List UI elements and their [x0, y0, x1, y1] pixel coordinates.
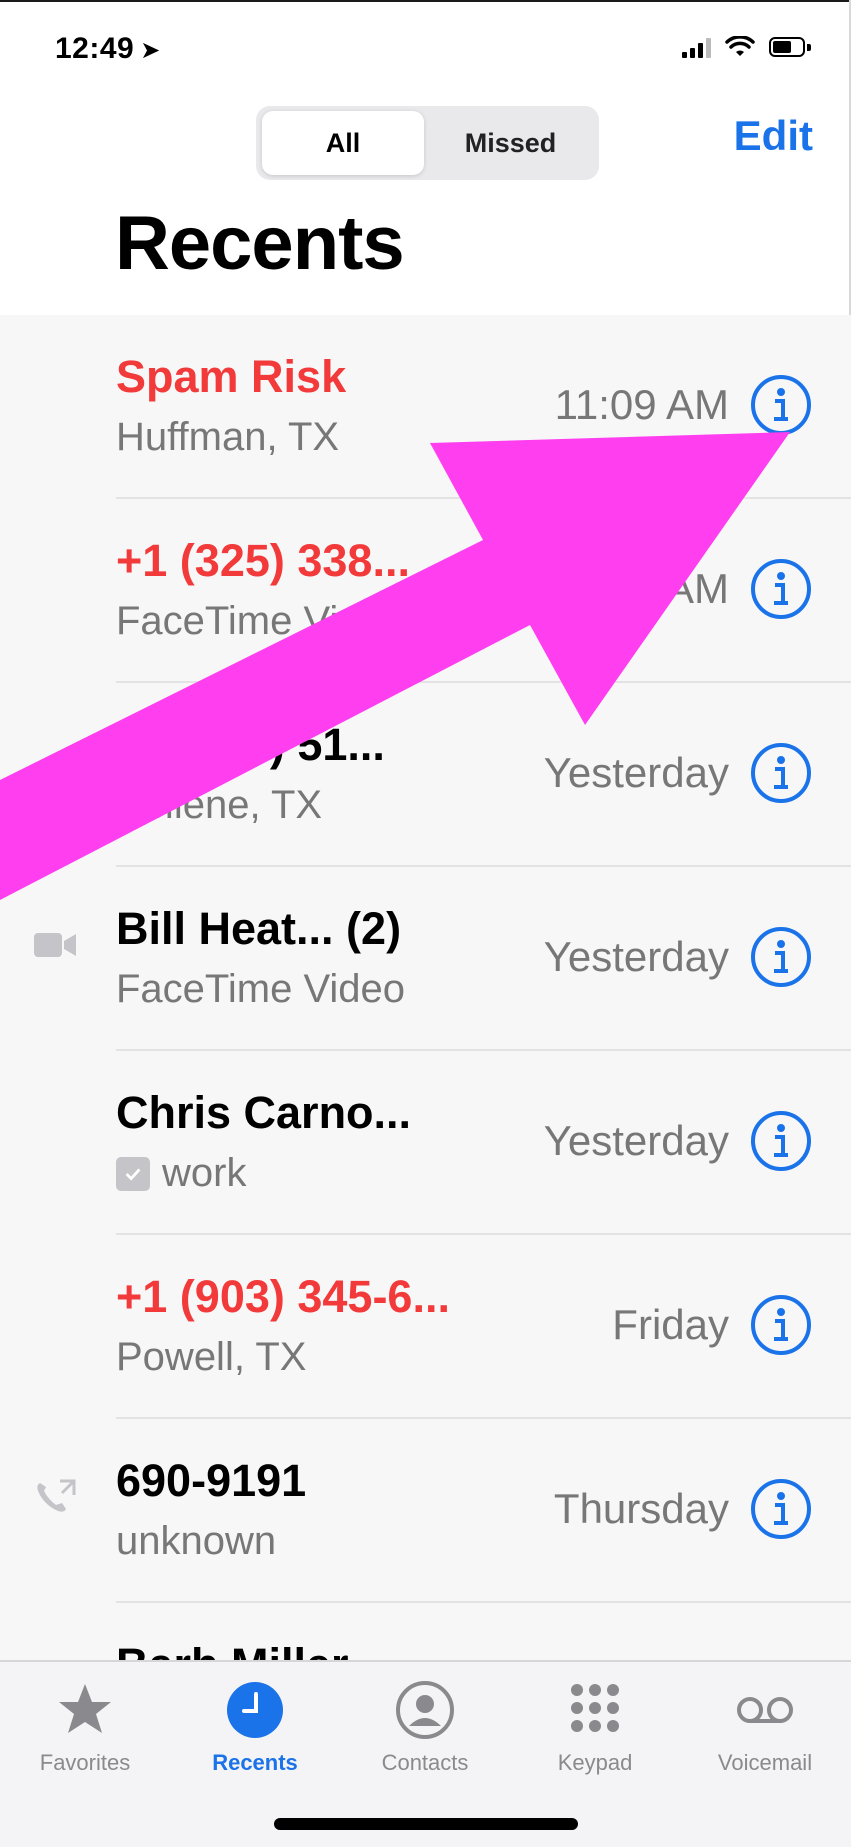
caller-name: 690-9191	[116, 1455, 307, 1506]
call-row[interactable]: +1 (325) 338... FaceTime Video AM	[0, 499, 851, 683]
call-time: Yesterday	[543, 1117, 729, 1164]
info-button-icon[interactable]	[749, 373, 813, 437]
info-button-icon[interactable]	[749, 1109, 813, 1173]
voicemail-icon	[737, 1697, 793, 1723]
call-time: Thursday	[553, 1485, 729, 1532]
video-camera-icon	[32, 925, 78, 965]
edit-button[interactable]: Edit	[734, 112, 813, 160]
person-circle-icon	[396, 1681, 454, 1739]
call-row[interactable]: Spam Risk Huffman, TX 11:09 AM	[0, 315, 851, 499]
call-subtitle-text: FaceTime Video	[116, 599, 406, 643]
caller-name: Spam Risk	[116, 351, 347, 402]
call-subtitle-text: Huffman, TX	[116, 415, 340, 459]
call-row[interactable]: +1 (903) 345-6... Powell, TX Friday	[0, 1235, 851, 1419]
tab-label-contacts: Contacts	[381, 1750, 469, 1775]
caller-name: +1 (325) 51...	[116, 719, 385, 770]
tab-label-favorites: Favorites	[39, 1750, 131, 1775]
battery-icon	[769, 37, 811, 57]
tab-label-recents: Recents	[212, 1750, 298, 1775]
call-subtitle: FaceTime Video	[116, 967, 405, 1012]
info-button-icon[interactable]	[749, 557, 813, 621]
call-time: Yesterday	[543, 749, 729, 796]
clock-icon	[227, 1682, 283, 1738]
tab-label-keypad: Keypad	[557, 1750, 633, 1775]
tab-label-voicemail: Voicemail	[717, 1750, 813, 1775]
segment-missed[interactable]: Missed	[428, 111, 593, 175]
info-button-icon[interactable]	[749, 1293, 813, 1357]
call-time: Yesterday	[543, 933, 729, 980]
caller-name: Chris Carno...	[116, 1087, 412, 1138]
caller-name: +1 (903) 345-6...	[116, 1271, 450, 1322]
call-subtitle: unknown	[116, 1519, 276, 1564]
tab-recents[interactable]: Recents	[180, 1680, 330, 1776]
call-subtitle: Abilene, TX	[116, 783, 322, 828]
call-filter-segmented-control[interactable]: All Missed	[256, 106, 599, 180]
call-time: AM	[666, 565, 729, 612]
call-subtitle-text: unknown	[116, 1519, 277, 1563]
outgoing-call-icon	[32, 1477, 78, 1517]
wifi-icon	[725, 36, 755, 56]
page-title: Recents	[115, 201, 405, 286]
segment-all[interactable]: All	[262, 111, 424, 175]
call-row[interactable]: +1 (325) 51... Abilene, TX Yesterday	[0, 683, 851, 867]
status-bar: 12:49 ➤	[0, 0, 851, 100]
tab-favorites[interactable]: Favorites	[10, 1680, 160, 1776]
status-time: 12:49 ➤	[55, 32, 161, 66]
star-icon	[59, 1684, 111, 1733]
tab-contacts[interactable]: Contacts	[350, 1680, 500, 1776]
call-subtitle: FaceTime Video	[116, 599, 405, 644]
call-subtitle: work	[116, 1151, 246, 1196]
call-row[interactable]: 690-9191 unknown Thursday	[0, 1419, 851, 1603]
checkbox-icon	[116, 1156, 150, 1191]
recents-list[interactable]: Spam Risk Huffman, TX 11:09 AM +1 (325) 338…	[0, 315, 851, 1660]
call-row[interactable]: Chris Carno... work Yesterday	[0, 1051, 851, 1235]
tab-keypad[interactable]: Keypad	[520, 1680, 670, 1776]
call-time: 11:09 AM	[554, 381, 729, 428]
caller-name: Bill Heat... (2)	[116, 903, 402, 954]
call-subtitle: Huffman, TX	[116, 415, 339, 460]
call-time: Friday	[612, 1301, 729, 1348]
info-button-icon[interactable]	[749, 925, 813, 989]
cellular-signal-icon	[682, 36, 711, 58]
caller-name: Barb Miller	[116, 1639, 349, 1660]
call-row[interactable]: Barb Miller	[0, 1603, 851, 1660]
keypad-icon	[571, 1684, 619, 1732]
location-arrow-icon: ➤	[140, 37, 161, 64]
call-subtitle-text: FaceTime Video	[116, 967, 406, 1011]
call-subtitle: Powell, TX	[116, 1335, 306, 1380]
call-subtitle-text: work	[162, 1151, 247, 1195]
call-row[interactable]: Bill Heat... (2) FaceTime Video Yesterday	[0, 867, 851, 1051]
call-subtitle-text: Abilene, TX	[116, 783, 323, 827]
tab-voicemail[interactable]: Voicemail	[690, 1680, 840, 1776]
call-subtitle-text: Powell, TX	[116, 1335, 307, 1379]
info-button-icon[interactable]	[749, 741, 813, 805]
home-indicator	[274, 1818, 578, 1830]
caller-name: +1 (325) 338...	[116, 535, 410, 586]
clock-label: 12:49	[55, 32, 135, 65]
info-button-icon[interactable]	[749, 1477, 813, 1541]
status-icons	[682, 36, 811, 58]
